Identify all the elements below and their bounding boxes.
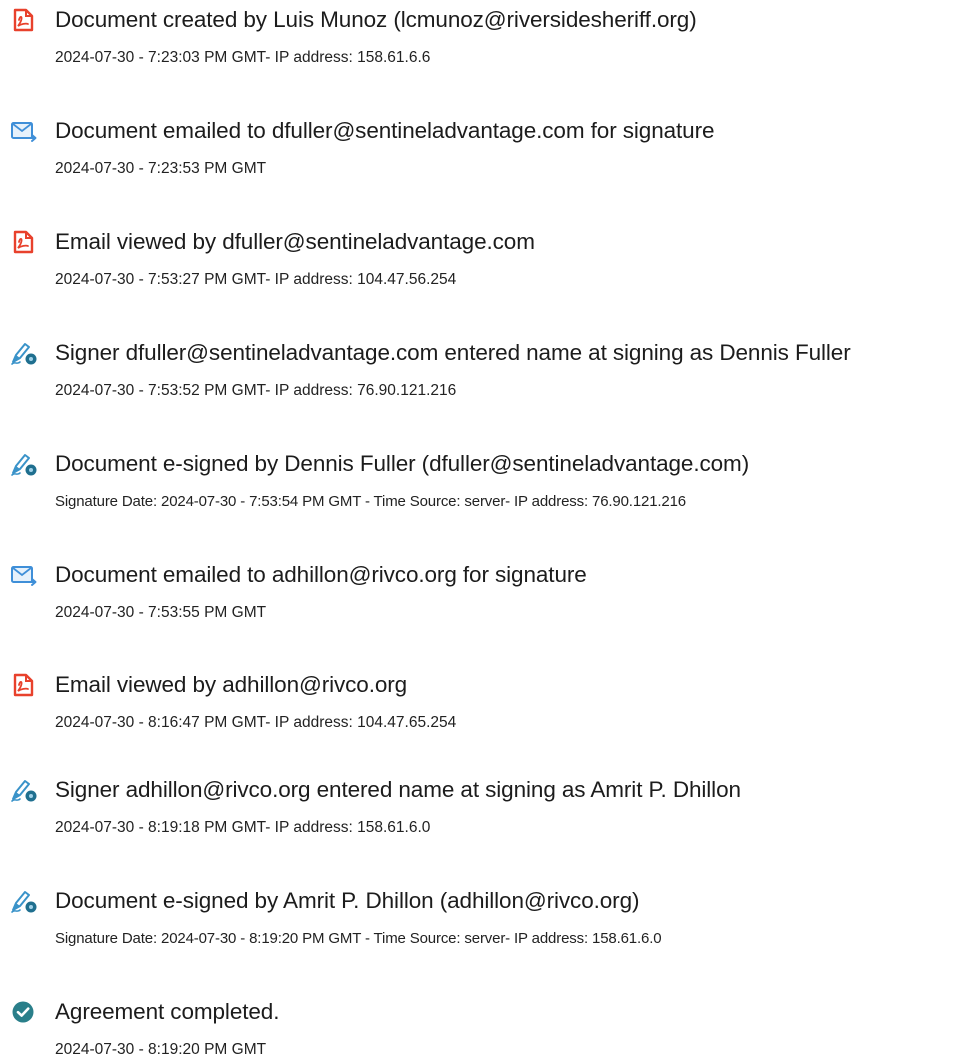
event-timestamp: 2024-07-30 - 7:53:52 PM GMT- IP address:… xyxy=(55,382,457,399)
email-sent-icon xyxy=(10,562,38,588)
event-title: Signer dfuller@sentineladvantage.com ent… xyxy=(55,340,851,365)
email-sent-icon xyxy=(10,118,38,144)
event-title: Document emailed to adhillon@rivco.org f… xyxy=(55,562,587,587)
event-title: Document e-signed by Dennis Fuller (dful… xyxy=(55,451,750,476)
pdf-document-icon xyxy=(10,229,38,255)
event-timestamp: 2024-07-30 - 8:19:18 PM GMT- IP address:… xyxy=(55,819,431,836)
event-timestamp: 2024-07-30 - 8:19:20 PM GMT xyxy=(55,1041,267,1058)
signature-pen-icon xyxy=(10,451,38,477)
event-timestamp: 2024-07-30 - 7:23:03 PM GMT- IP address:… xyxy=(55,49,431,66)
event-title: Agreement completed. xyxy=(55,999,280,1024)
checkmark-circle-icon xyxy=(10,999,38,1025)
event-timestamp: 2024-07-30 - 7:53:55 PM GMT xyxy=(55,604,267,621)
event-title: Email viewed by adhillon@rivco.org xyxy=(55,672,408,697)
event-timestamp: Signature Date: 2024-07-30 - 7:53:54 PM … xyxy=(55,493,686,510)
pdf-document-icon xyxy=(10,672,38,698)
event-title: Document e-signed by Amrit P. Dhillon (a… xyxy=(55,888,640,913)
event-title: Document emailed to dfuller@sentineladva… xyxy=(55,118,715,143)
event-title: Email viewed by dfuller@sentineladvantag… xyxy=(55,229,535,254)
event-title: Document created by Luis Munoz (lcmunoz@… xyxy=(55,7,697,32)
event-timestamp: 2024-07-30 - 8:16:47 PM GMT- IP address:… xyxy=(55,714,457,731)
signature-pen-icon xyxy=(10,777,38,803)
event-timestamp: 2024-07-30 - 7:53:27 PM GMT- IP address:… xyxy=(55,271,457,288)
signature-pen-icon xyxy=(10,340,38,366)
event-timestamp: 2024-07-30 - 7:23:53 PM GMT xyxy=(55,160,267,177)
event-timestamp: Signature Date: 2024-07-30 - 8:19:20 PM … xyxy=(55,930,662,947)
event-title: Signer adhillon@rivco.org entered name a… xyxy=(55,777,741,802)
pdf-document-icon xyxy=(10,7,38,33)
signature-pen-icon xyxy=(10,888,38,914)
